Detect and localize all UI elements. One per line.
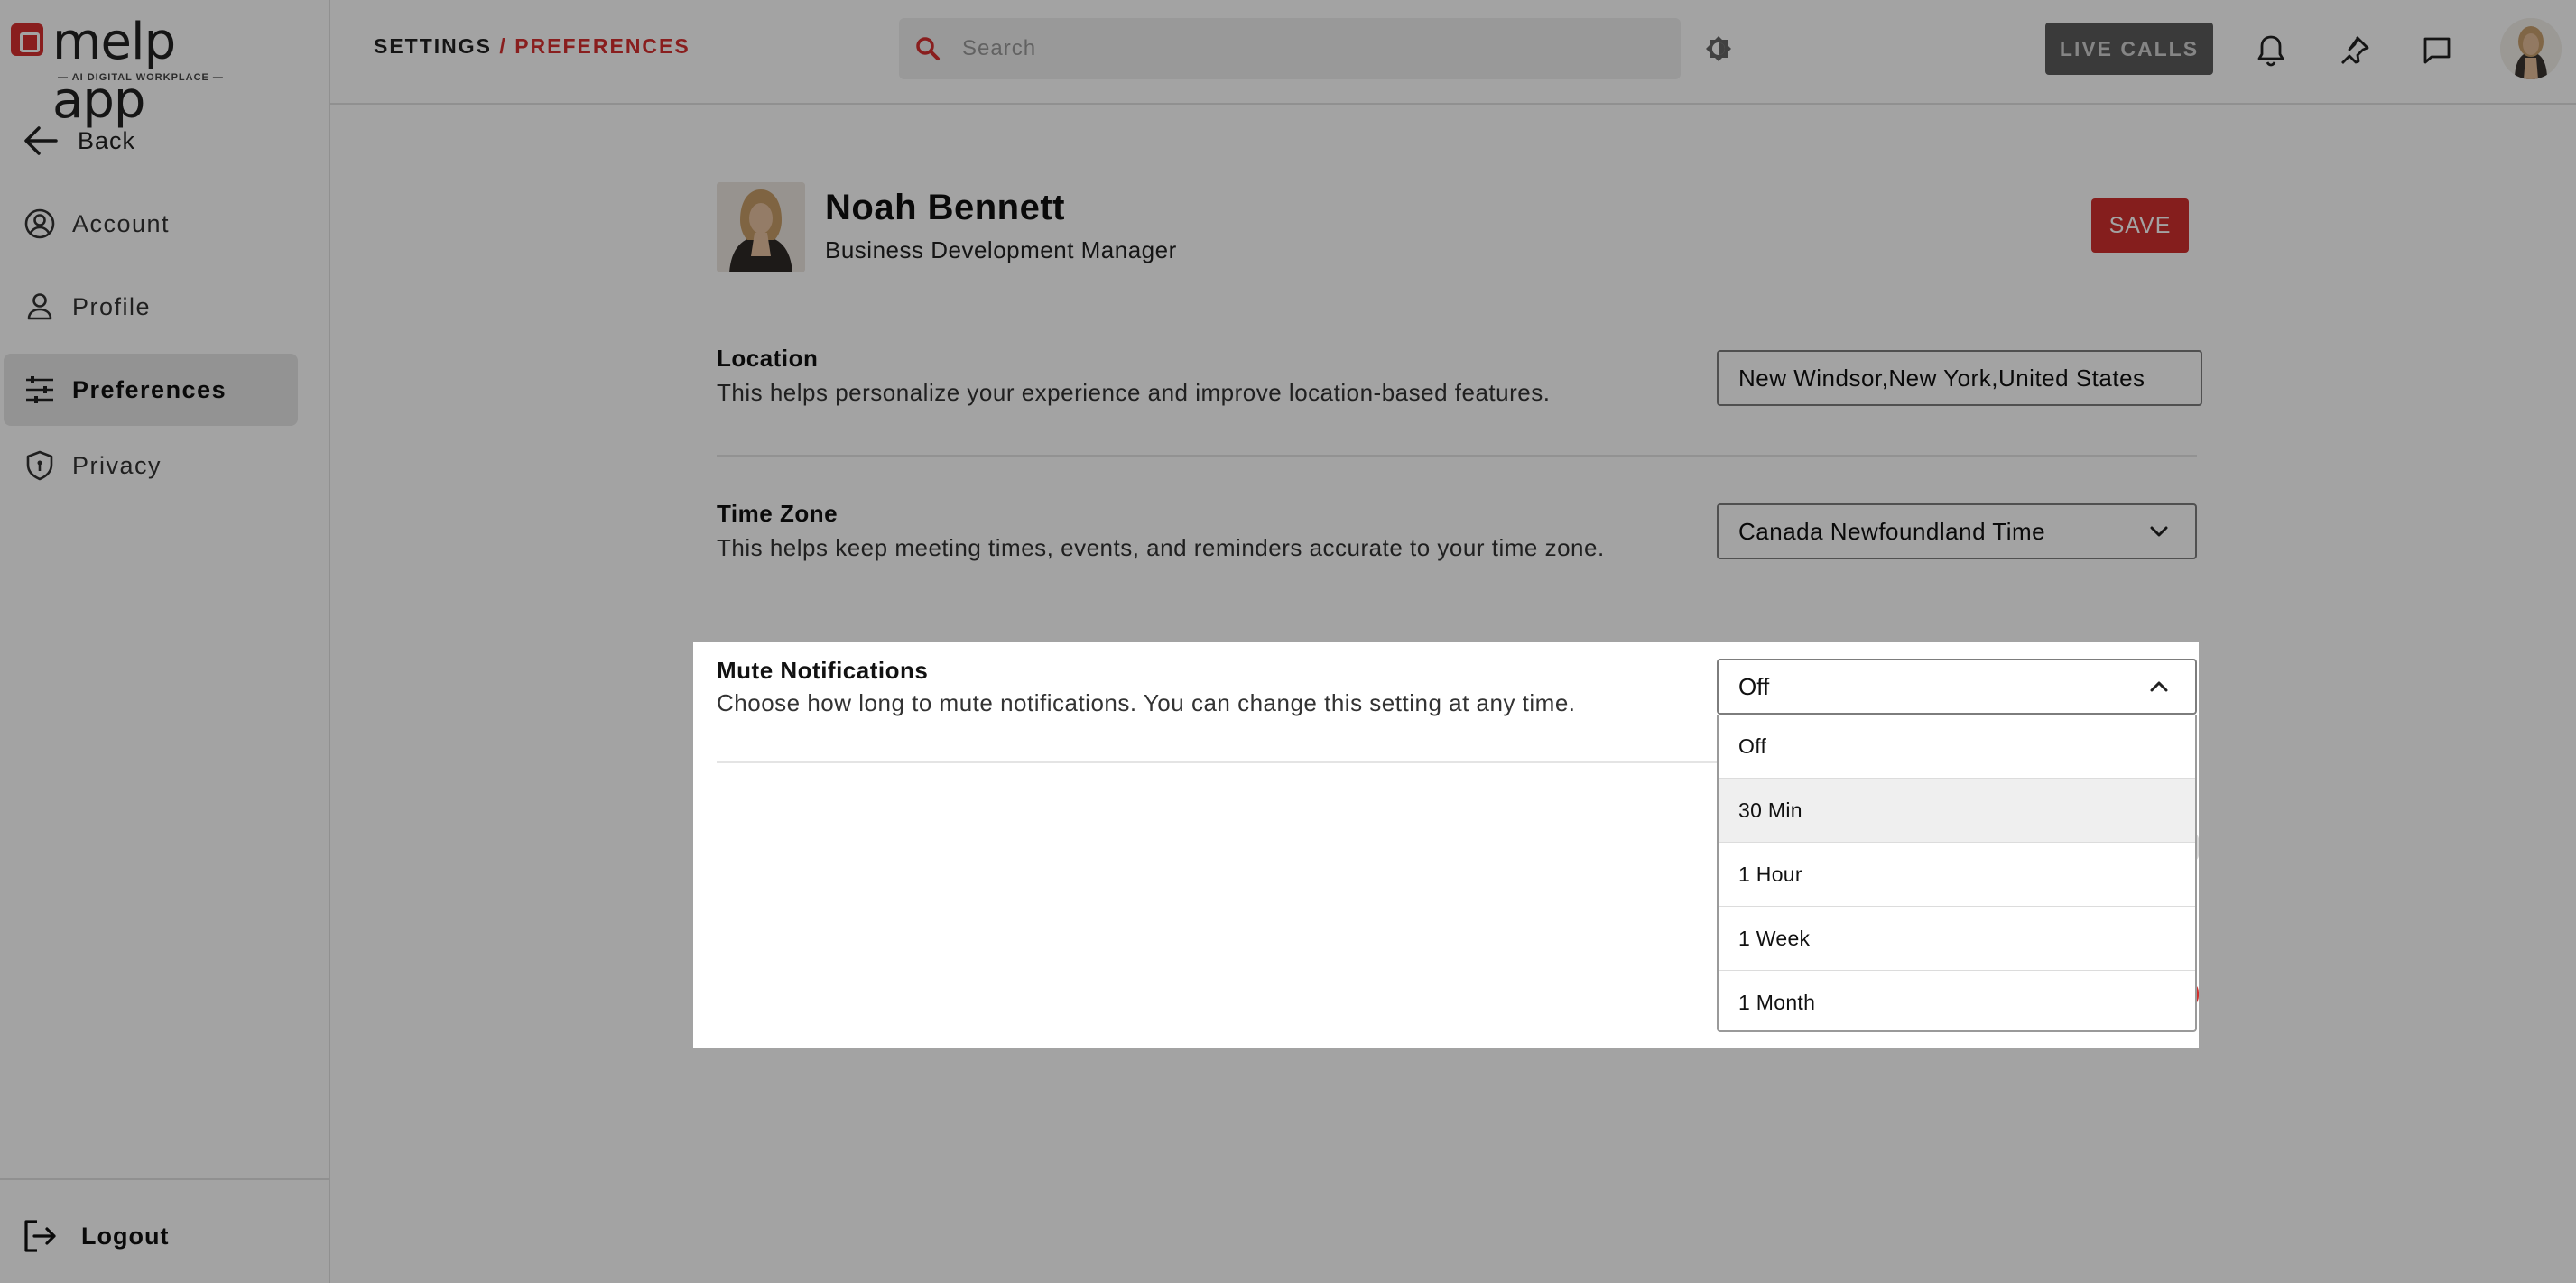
mute-option-1-week[interactable]: 1 Week xyxy=(1719,907,2195,971)
mute-options-menu: Off 30 Min 1 Hour 1 Week 1 Month xyxy=(1717,715,2197,1032)
chevron-up-icon xyxy=(2150,681,2168,692)
mute-value: Off xyxy=(1738,672,1770,700)
modal-backdrop[interactable] xyxy=(0,0,2576,1283)
mute-title: Mute Notifications xyxy=(717,657,929,684)
mute-option-30-min[interactable]: 30 Min xyxy=(1719,779,2195,843)
mute-notifications-panel: Mute Notifications Choose how long to mu… xyxy=(693,642,2199,1048)
mute-description: Choose how long to mute notifications. Y… xyxy=(717,689,1576,716)
mute-option-1-hour[interactable]: 1 Hour xyxy=(1719,843,2195,907)
mute-option-1-month[interactable]: 1 Month xyxy=(1719,971,2195,1030)
mute-select[interactable]: Off xyxy=(1717,659,2197,715)
mute-option-off[interactable]: Off xyxy=(1719,715,2195,779)
